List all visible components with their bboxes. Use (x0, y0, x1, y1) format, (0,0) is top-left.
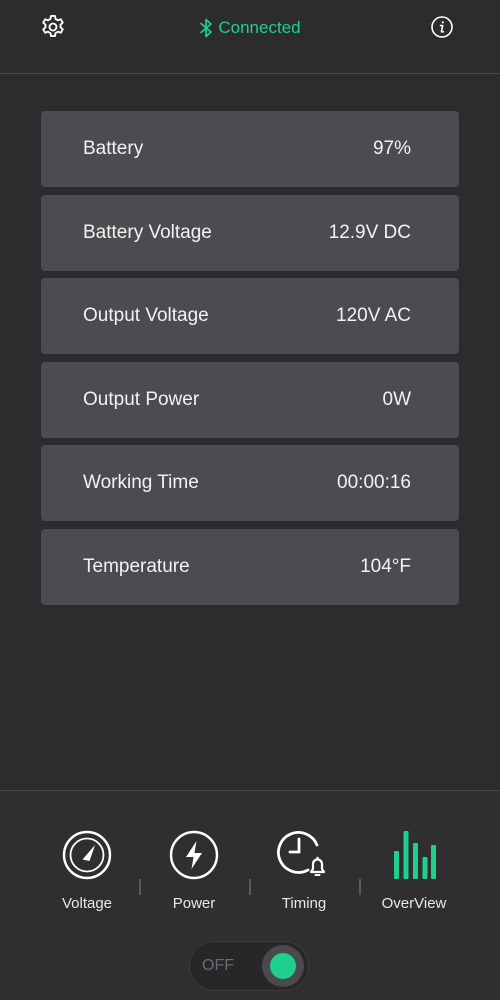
nav-label: Timing (281, 895, 327, 912)
connection-status: Connected (0, 16, 500, 40)
info-icon (431, 16, 453, 38)
nav-separator (139, 879, 141, 895)
nav-separator (249, 879, 251, 895)
power-toggle-knob[interactable] (262, 945, 304, 987)
row-label: Output Voltage (83, 305, 209, 327)
nav-icon-wrap (386, 827, 442, 883)
row-label: Battery (83, 138, 144, 159)
header: Connected (0, 0, 500, 74)
clock-bell-icon (277, 831, 326, 876)
row-value: 97% (372, 138, 411, 159)
row-label: Battery Voltage (83, 221, 212, 243)
nav-label: OverView (381, 895, 447, 912)
bottom-nav: Voltage Power Timing OverView (0, 827, 500, 917)
row-label: Output Power (83, 388, 200, 410)
row-value: 120V AC (336, 305, 411, 327)
nav-item-timing[interactable]: Timing (254, 827, 354, 912)
row-label: Working Time (83, 472, 199, 494)
nav-label: Voltage (61, 895, 113, 912)
row-battery: Battery 97% (41, 111, 459, 187)
nav-icon-wrap (276, 827, 332, 883)
row-value: 12.9V DC (328, 221, 411, 243)
nav-item-overview[interactable]: OverView (364, 827, 464, 912)
bluetooth-icon (200, 18, 213, 38)
bar-chart-icon (394, 831, 436, 879)
row-working-time: Working Time 00:00:16 (41, 445, 459, 522)
nav-item-power[interactable]: Power (144, 827, 244, 912)
row-temperature: Temperature 104°F (41, 528, 459, 605)
row-battery-voltage: Battery Voltage 12.9V DC (41, 194, 459, 271)
row-output-power: Output Power 0W (41, 361, 459, 438)
app-screen: Connected Battery 97% Battery Voltage 12… (0, 0, 500, 1000)
power-toggle-label: OFF (202, 957, 234, 974)
power-toggle-indicator (270, 953, 296, 979)
row-value: 104°F (360, 555, 411, 577)
row-value: 00:00:16 (337, 472, 411, 494)
nav-label: Power (172, 895, 216, 912)
row-label: Temperature (83, 555, 190, 577)
info-button[interactable] (428, 13, 456, 41)
status-list: Battery 97% Battery Voltage 12.9V DC Out… (41, 111, 459, 613)
nav-item-voltage[interactable]: Voltage (37, 827, 137, 912)
nav-icon-wrap (166, 827, 222, 883)
row-value: 0W (382, 388, 412, 410)
gauge-icon (62, 830, 112, 880)
row-output-voltage: Output Voltage 120V AC (41, 278, 459, 355)
nav-separator (359, 879, 361, 895)
nav-icon-wrap (59, 827, 115, 883)
bottom-panel: Voltage Power Timing OverView OFF (0, 790, 500, 1000)
lightning-icon (169, 830, 219, 880)
connection-status-text: Connected (218, 18, 301, 37)
power-toggle[interactable]: OFF (189, 941, 309, 991)
